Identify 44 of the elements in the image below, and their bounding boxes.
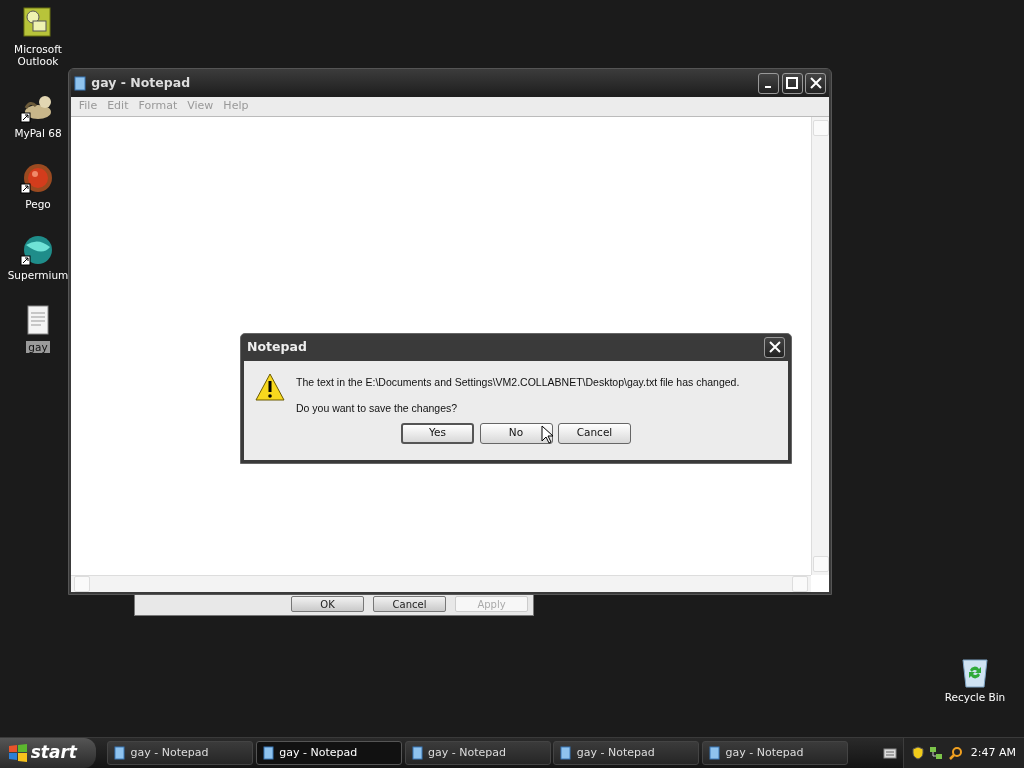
- shield-icon[interactable]: [911, 746, 924, 760]
- warning-icon: [255, 371, 285, 402]
- keyboard-icon[interactable]: [883, 747, 898, 759]
- close-button[interactable]: [805, 72, 827, 94]
- search-icon[interactable]: [948, 746, 963, 760]
- taskbar-button[interactable]: gay - Notepad: [404, 741, 551, 765]
- icon-label[interactable]: Supermium: [5, 269, 71, 282]
- network-icon[interactable]: [929, 746, 944, 760]
- minimize-icon: [765, 86, 772, 88]
- dialog-button[interactable]: OK: [291, 596, 364, 612]
- icon-label[interactable]: gay: [26, 340, 50, 354]
- notepad-icon: [709, 746, 720, 760]
- notepad-icon: [262, 746, 274, 760]
- notepad-icon: [411, 746, 423, 760]
- windows-logo-icon: [8, 744, 28, 762]
- question-text: Do you want to save the changes?: [296, 401, 459, 417]
- icon-label[interactable]: Microsoft Outlook: [0, 42, 76, 68]
- taskbar-button[interactable]: gay - Notepad: [553, 741, 700, 765]
- notepad-icon: [73, 75, 86, 91]
- dialog-button[interactable]: Cancel: [558, 422, 631, 444]
- icon-label[interactable]: Recycle Bin: [942, 690, 1008, 704]
- cursor-icon: [541, 425, 553, 444]
- icon-label[interactable]: Pego: [23, 198, 53, 211]
- icon-label[interactable]: MyPal 68: [12, 126, 64, 140]
- recycle-bin-icon[interactable]: [960, 656, 990, 688]
- taskbar-button[interactable]: gay - Notepad: [255, 741, 402, 765]
- maximize-button[interactable]: [781, 72, 803, 94]
- close-icon: [808, 76, 823, 90]
- notepad-icon: [560, 746, 572, 760]
- clock-text: 2:47 AM: [970, 744, 1016, 761]
- taskbar-button[interactable]: gay - Notepad: [107, 741, 253, 765]
- dialog-button[interactable]: Yes: [401, 422, 474, 444]
- dialog-title: Notepad: [247, 338, 308, 356]
- dialog-button[interactable]: No: [479, 422, 553, 444]
- maximize-icon: [785, 76, 799, 90]
- taskbar-button[interactable]: gay - Notepad: [702, 741, 848, 765]
- start-button[interactable]: start: [0, 738, 96, 768]
- dialog-button[interactable]: Cancel: [373, 596, 446, 612]
- minimize-button[interactable]: [757, 72, 779, 94]
- close-icon: [767, 340, 782, 355]
- notepad-icon: [114, 746, 125, 760]
- window-title: gay - Notepad: [91, 73, 192, 92]
- close-button[interactable]: [764, 336, 786, 358]
- message-text: The text in the E:\Documents and Settings\VM2.COLLABNET\Desktop\gay.txt file has changed.: [296, 374, 740, 390]
